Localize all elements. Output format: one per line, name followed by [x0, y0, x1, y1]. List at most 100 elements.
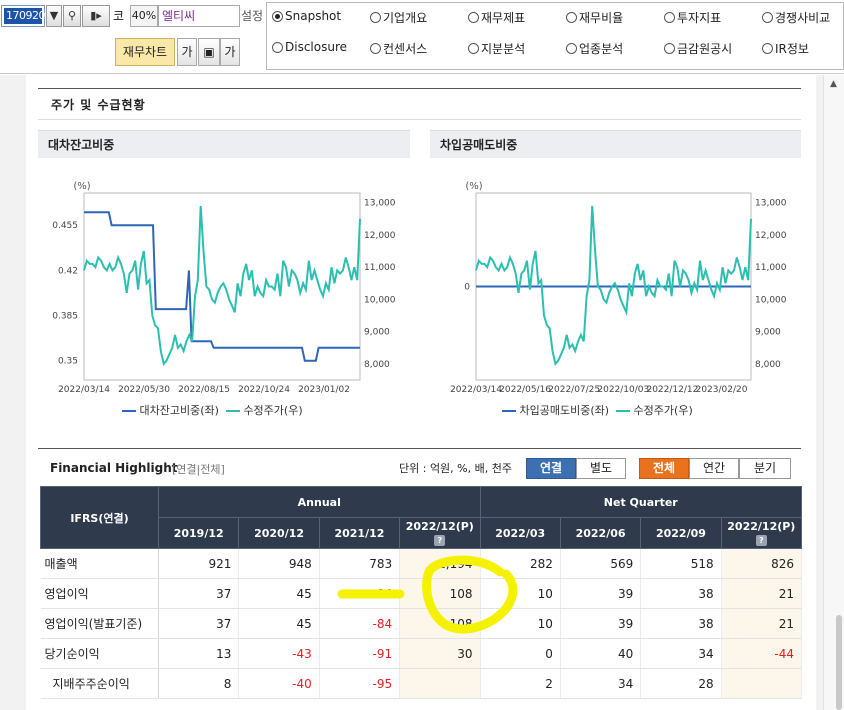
tab-4[interactable]: 투자지표 [664, 9, 721, 26]
table-cell [721, 668, 803, 699]
company-name-field[interactable]: 엘티씨 [158, 5, 240, 27]
basis-separate-button[interactable]: 별도 [576, 458, 626, 479]
divider [38, 448, 801, 449]
font-decrease-button[interactable]: 가 [220, 38, 240, 66]
x-tick: 2023/01/02 [298, 385, 350, 395]
zoom-level[interactable]: 40% [130, 5, 158, 27]
radio-button[interactable] [272, 41, 283, 53]
tab-9[interactable]: 업종분석 [566, 40, 623, 57]
y-left-tick: 0 [464, 283, 470, 293]
y-right-tick: 12,000 [364, 231, 396, 241]
column-header-label: 2019/12 [173, 526, 224, 540]
radio-button[interactable] [370, 43, 381, 54]
column-header-label: 2022/12(P) [727, 520, 796, 533]
help-icon[interactable]: ? [755, 534, 767, 546]
chart-title-lending: 대차잔고비중 [38, 130, 410, 158]
table-cell: 948 [238, 548, 320, 579]
row-label[interactable]: 영업이익(발표기준) [40, 608, 159, 639]
row-label[interactable]: 지배주주순이익 [40, 668, 159, 699]
y-right-tick: 10,000 [755, 295, 787, 305]
table-cell: -95 [319, 668, 401, 699]
tab-5[interactable]: 경쟁사비교 [762, 9, 830, 26]
tab-10[interactable]: 금감원공시 [664, 40, 732, 57]
font-increase-button[interactable]: 가 [177, 38, 197, 66]
column-header: 2021/12 [318, 517, 401, 549]
y-right-tick: 11,000 [364, 263, 396, 273]
stock-code-input[interactable]: 170920 [1, 5, 46, 27]
row-label[interactable]: 매출액 [40, 548, 159, 579]
table-cell: 39 [560, 578, 642, 609]
tab-2[interactable]: 재무제표 [468, 9, 525, 26]
y-right-tick: 10,000 [364, 295, 396, 305]
radio-button[interactable] [762, 12, 773, 23]
financial-chart-button[interactable]: 재무차트 [115, 38, 175, 66]
y-left-tick: 0.385 [52, 312, 78, 322]
setting-label[interactable]: 설정 [241, 5, 263, 27]
radio-button[interactable] [762, 43, 773, 54]
period-annual-button[interactable]: 연간 [689, 458, 739, 479]
radio-button[interactable] [468, 12, 479, 23]
help-icon[interactable]: ? [434, 534, 446, 546]
x-tick: 2022/03/14 [58, 385, 110, 395]
radio-button[interactable] [566, 12, 577, 23]
table-cell: 30 [399, 638, 481, 669]
code-label: 코 [113, 9, 125, 23]
tab-6[interactable]: Disclosure [272, 40, 347, 54]
tab-1[interactable]: 기업개요 [370, 9, 427, 26]
y-right-tick: 13,000 [364, 199, 396, 209]
short-selling-chart: (%) 0 13,000 12,000 11,000 10,000 9,000 8,000 20… [450, 181, 787, 395]
table-cell: 10 [480, 608, 561, 639]
row-label[interactable]: 당기순이익 [40, 638, 159, 669]
x-tick: 2023/02/20 [696, 385, 748, 395]
table-cell: 37 [158, 608, 240, 639]
column-header: 2019/12 [157, 517, 240, 549]
legend-swatch-price2 [616, 410, 631, 412]
tab-label: 업종분석 [579, 42, 624, 56]
column-header-label: 2022/06 [575, 526, 626, 540]
speaker-icon[interactable]: ▮▸ [82, 5, 110, 27]
column-header: 2022/09 [640, 517, 722, 549]
scroll-up-icon[interactable]: ▲ [823, 75, 844, 93]
annual-header: Annual [158, 486, 481, 518]
tab-3[interactable]: 재무비율 [566, 9, 623, 26]
column-header-label: 2020/12 [254, 526, 305, 540]
basis-consolidated-button[interactable]: 연결 [526, 458, 576, 479]
table-row: 영업이익(발표기준) 37 45 -84 108 10 39 38 21 [40, 608, 803, 639]
y-left-tick: 0.42 [58, 266, 78, 276]
tab-8[interactable]: 지분분석 [468, 40, 525, 57]
legend-swatch-price [225, 410, 240, 412]
table-cell: 38 [640, 578, 722, 609]
table-cell: 34 [640, 638, 722, 669]
tab-7[interactable]: 컨센서스 [370, 40, 427, 57]
y-right-tick: 13,000 [755, 199, 787, 209]
table-cell: 21 [721, 578, 803, 609]
y-right-tick: 9,000 [364, 328, 390, 338]
scroll-thumb[interactable] [836, 615, 842, 710]
radio-button[interactable] [468, 43, 479, 54]
y-right-tick: 8,000 [364, 360, 390, 370]
row-label[interactable]: 영업이익 [40, 578, 159, 609]
tab-0[interactable]: Snapshot [272, 9, 341, 23]
table-cell: 39 [560, 608, 642, 639]
menu-radio-panel [266, 2, 844, 70]
radio-button[interactable] [272, 10, 283, 22]
search-icon[interactable]: ⚲ [63, 5, 81, 27]
table-cell: 108 [399, 608, 481, 639]
radio-button[interactable] [664, 12, 675, 23]
fullscreen-icon[interactable]: ▣ [198, 38, 220, 66]
x-tick: 2022/12/12 [646, 385, 698, 395]
radio-button[interactable] [566, 43, 577, 54]
dropdown-arrow-icon[interactable]: ▼ [46, 5, 62, 27]
x-tick: 2022/10/24 [238, 385, 290, 395]
x-tick: 2022/05/30 [118, 385, 170, 395]
legend-short: 차입공매도비중(좌) 수정주가(우) [502, 402, 693, 418]
radio-button[interactable] [664, 43, 675, 54]
radio-button[interactable] [370, 12, 381, 23]
period-all-button[interactable]: 전체 [639, 458, 689, 479]
lending-balance-chart: (%) 0.455 0.42 0.385 0.35 13,000 12,000 11,000 1… [52, 181, 396, 395]
period-quarter-button[interactable]: 분기 [739, 458, 791, 479]
tab-11[interactable]: IR정보 [762, 40, 809, 57]
y-right-tick: 12,000 [755, 231, 787, 241]
unit-label: (%) [465, 181, 482, 192]
table-cell: 34 [560, 668, 642, 699]
